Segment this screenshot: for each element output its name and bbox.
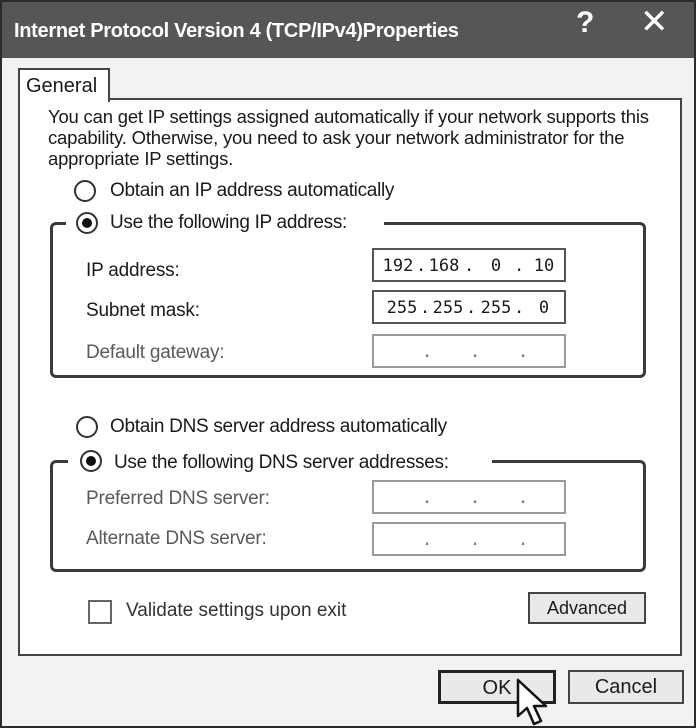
mouse-pointer-icon bbox=[516, 678, 548, 726]
obtain-ip-auto-radio[interactable] bbox=[74, 180, 96, 202]
preferred-dns-input[interactable]: . . . bbox=[372, 480, 566, 514]
default-gateway-input[interactable]: . . . bbox=[372, 334, 566, 368]
preferred-dns-label: Preferred DNS server: bbox=[86, 488, 270, 509]
use-following-ip-radio[interactable] bbox=[76, 212, 98, 234]
description-text: You can get IP settings assigned automat… bbox=[48, 106, 649, 169]
use-following-dns-radio[interactable] bbox=[80, 450, 102, 472]
tab-general-label: General bbox=[26, 75, 98, 97]
tab-general[interactable]: General bbox=[18, 68, 110, 102]
validate-settings-checkbox[interactable] bbox=[88, 600, 112, 624]
subnet-mask-label: Subnet mask: bbox=[86, 300, 200, 321]
alternate-dns-label: Alternate DNS server: bbox=[86, 528, 267, 549]
ip-address-input[interactable]: 192 . 168 . 0 . 10 bbox=[372, 248, 566, 282]
window-title: Internet Protocol Version 4 (TCP/IPv4)Pr… bbox=[14, 20, 459, 42]
ip-address-label: IP address: bbox=[86, 260, 180, 281]
tcp-ipv4-properties-dialog: Internet Protocol Version 4 (TCP/IPv4)Pr… bbox=[0, 0, 696, 728]
use-following-ip-label[interactable]: Use the following IP address: bbox=[110, 212, 347, 234]
cancel-button[interactable]: Cancel bbox=[568, 670, 684, 704]
close-icon[interactable]: ✕ bbox=[640, 2, 669, 42]
advanced-button[interactable]: Advanced bbox=[528, 592, 646, 624]
title-bar[interactable]: Internet Protocol Version 4 (TCP/IPv4)Pr… bbox=[2, 2, 694, 58]
validate-settings-label[interactable]: Validate settings upon exit bbox=[126, 600, 346, 622]
help-icon[interactable]: ? bbox=[576, 6, 594, 40]
subnet-mask-input[interactable]: 255 . 255 . 255 . 0 bbox=[372, 290, 566, 324]
obtain-dns-auto-radio[interactable] bbox=[76, 416, 98, 438]
use-following-dns-label[interactable]: Use the following DNS server addresses: bbox=[114, 452, 449, 474]
default-gateway-label: Default gateway: bbox=[86, 342, 225, 363]
obtain-dns-auto-label[interactable]: Obtain DNS server address automatically bbox=[110, 416, 447, 438]
obtain-ip-auto-label[interactable]: Obtain an IP address automatically bbox=[110, 180, 394, 202]
alternate-dns-input[interactable]: . . . bbox=[372, 522, 566, 556]
